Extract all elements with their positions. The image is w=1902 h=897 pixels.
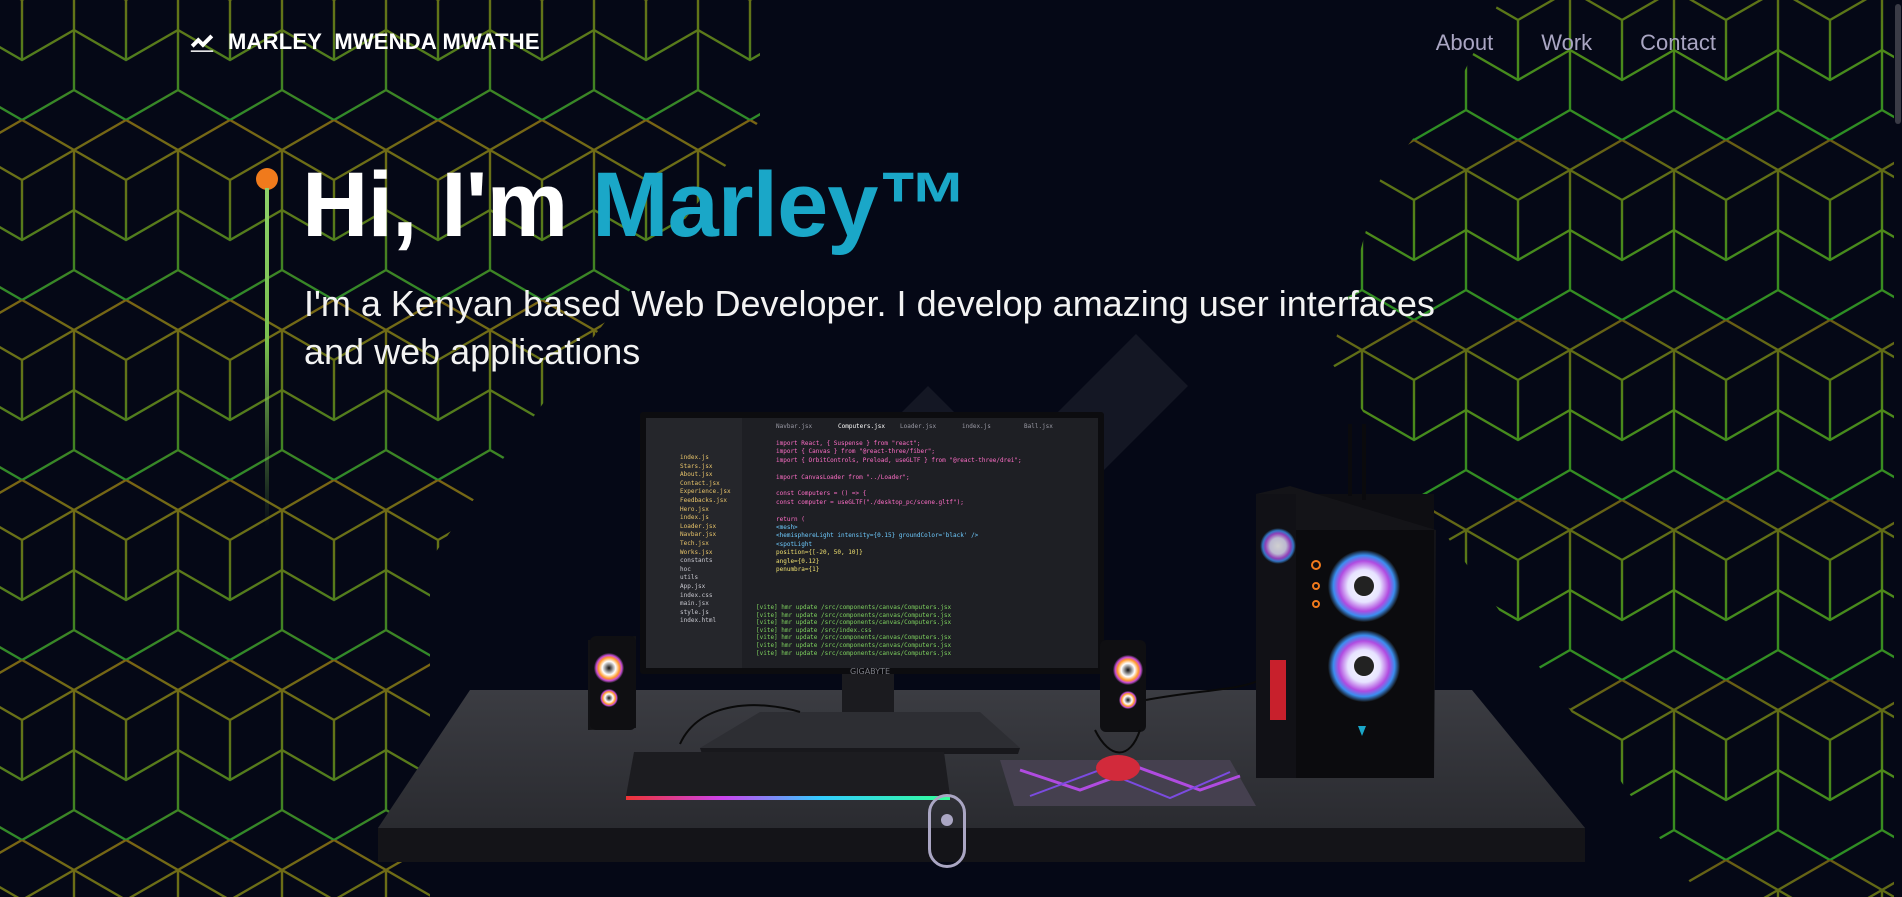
mousepad — [1000, 755, 1256, 806]
terminal-line: [vite] hmr update /src/components/canvas… — [756, 634, 952, 642]
editor-tab: index.js — [962, 423, 991, 430]
terminal-line: [vite] hmr update /src/components/canvas… — [756, 642, 952, 649]
code-line: angle={0.12} — [776, 557, 820, 565]
code-line: const Computers = () => { — [776, 490, 867, 498]
file-tree-item: Works.jsx — [680, 548, 713, 556]
left-speaker — [588, 636, 636, 730]
file-tree-item: index.html — [680, 617, 717, 625]
terminal-line: [vite] hmr update /src/components/canvas… — [756, 649, 952, 657]
desk-front — [378, 828, 1585, 862]
code-line: import { Canvas } from "@react-three/fib… — [776, 448, 935, 456]
file-tree-item: index.js — [680, 454, 709, 461]
monitor-screen: index.js Stars.jsx About.jsx Contact.jsx Exp… — [646, 418, 1098, 668]
page: MARLEY MWENDA MWATHE About Work Contact … — [0, 0, 1902, 897]
code-line: import React, { Suspense } from "react"; — [776, 440, 921, 447]
code-line: position={[-20, 50, 10]} — [776, 549, 863, 557]
file-tree-item: main.jsx — [680, 600, 709, 608]
file-tree-item: hoc — [680, 565, 691, 573]
file-tree-item: index.js — [680, 514, 709, 522]
editor-tab: Ball.jsx — [1024, 423, 1053, 430]
monitor-brand-label: GIGABYTE — [850, 667, 890, 676]
file-tree-item: index.css — [680, 591, 713, 599]
file-tree-item: Contact.jsx — [680, 479, 720, 487]
file-tree-item: constants — [680, 557, 713, 565]
file-tree-item: Experience.jsx — [680, 488, 731, 496]
file-tree-item: style.js — [680, 608, 709, 616]
mouse-scroll-icon — [941, 814, 953, 826]
right-speaker — [1100, 640, 1146, 732]
editor-tab: Computers.jsx — [838, 423, 885, 430]
page-scrollbar[interactable] — [1894, 0, 1902, 897]
pc-tower — [1256, 424, 1436, 778]
code-line: penumbra={1} — [776, 566, 820, 573]
keyboard — [626, 752, 950, 800]
editor-tab: Navbar.jsx — [776, 423, 813, 430]
code-line: import CanvasLoader from "../Loader"; — [776, 473, 910, 481]
file-tree-item: Hero.jsx — [680, 505, 709, 513]
code-line: import { OrbitControls, Preload, useGLTF… — [776, 456, 1022, 464]
file-tree-item: Tech.jsx — [680, 540, 709, 547]
terminal-line: [vite] hmr update /src/components/canvas… — [756, 611, 952, 619]
terminal-line: [vite] hmr update /src/index.css — [756, 626, 872, 634]
scrollbar-thumb[interactable] — [1895, 4, 1901, 124]
code-line: return ( — [776, 515, 805, 523]
code-line: const computer = useGLTF("./desktop_pc/s… — [776, 498, 964, 506]
file-tree-item: Navbar.jsx — [680, 531, 717, 539]
code-line: <spotLight — [776, 540, 813, 548]
file-tree-item: utils — [680, 574, 699, 582]
editor-tab: Loader.jsx — [900, 423, 937, 430]
file-tree-item: Stars.jsx — [680, 462, 713, 470]
file-tree-item: Feedbacks.jsx — [680, 497, 727, 504]
code-line: <hemisphereLight intensity={0.15} ground… — [776, 532, 979, 540]
scroll-down-indicator[interactable] — [928, 794, 966, 868]
terminal-line: [vite] hmr update /src/components/canvas… — [756, 604, 952, 611]
file-tree-item: Loader.jsx — [680, 522, 717, 530]
terminal-line: [vite] hmr update /src/components/canvas… — [756, 619, 952, 627]
file-tree-item: About.jsx — [680, 471, 713, 479]
code-line: <mesh> — [776, 524, 798, 531]
file-tree-item: App.jsx — [680, 583, 706, 590]
